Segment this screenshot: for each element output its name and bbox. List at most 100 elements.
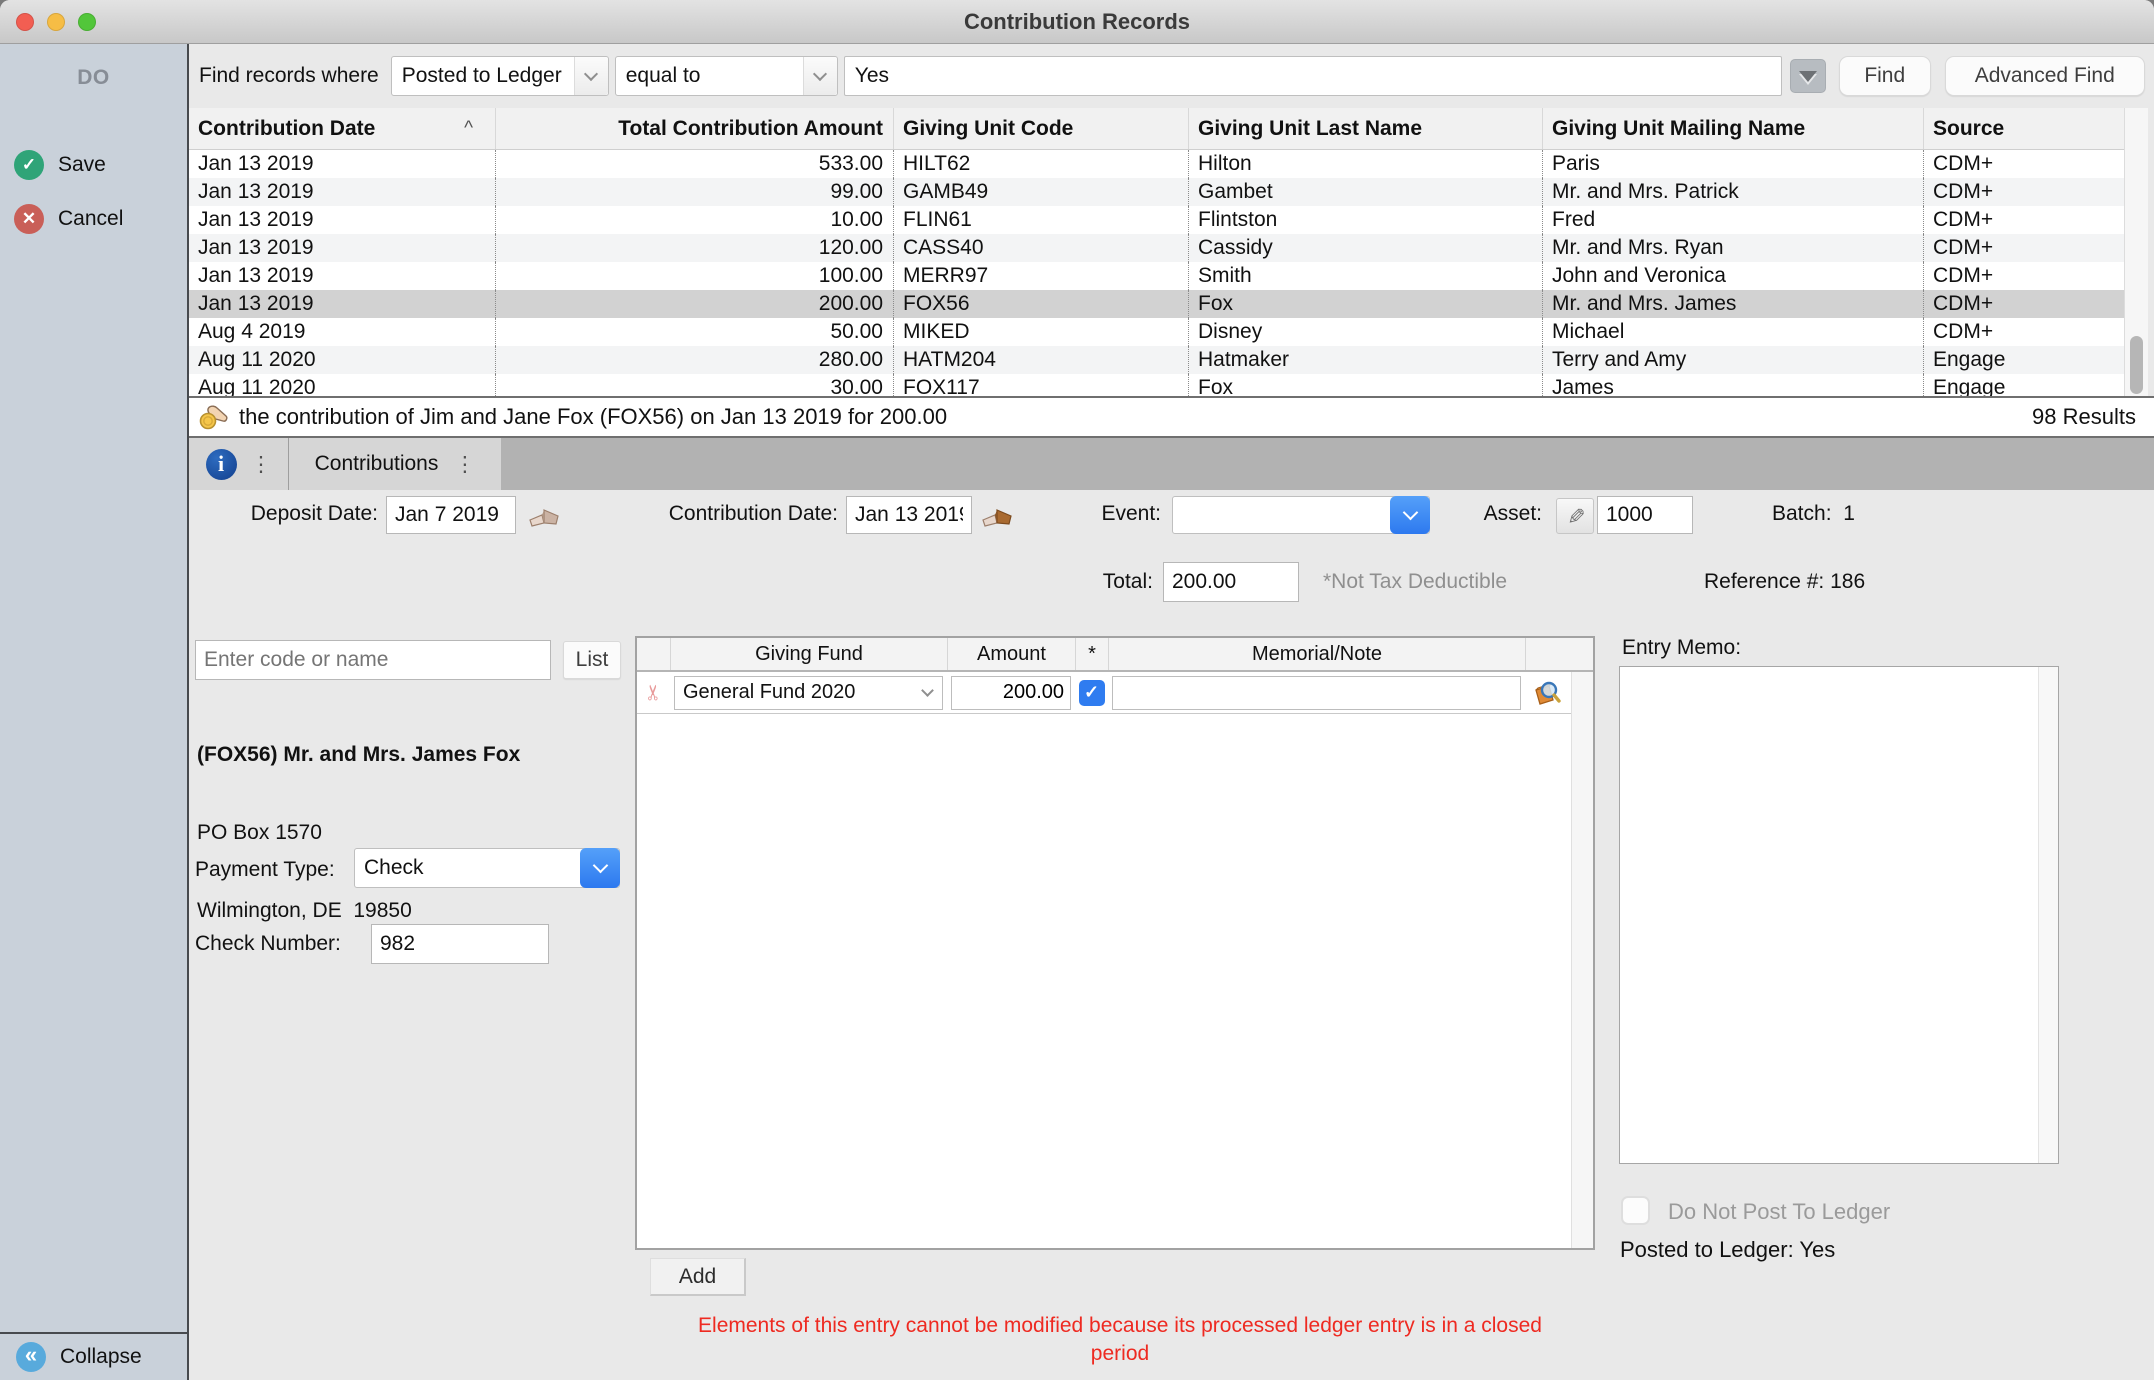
save-button[interactable]: ✓ Save [14,150,106,180]
memorial-note-input[interactable] [1112,676,1521,710]
find-field-select[interactable]: Posted to Ledger [391,56,609,96]
table-row[interactable]: Jan 13 2019533.00HILT62HiltonParisCDM+ [189,150,2124,178]
fund-table-scrollbar[interactable] [1571,672,1593,1248]
collapse-chevrons-icon: « [16,1342,46,1372]
window-title: Contribution Records [0,0,2154,44]
find-records-label: Find records where [199,64,379,88]
close-window-icon[interactable] [16,13,34,31]
selection-status-bar: the contribution of Jim and Jane Fox (FO… [189,396,2154,438]
deductible-checkbox-checked[interactable]: ✓ [1079,680,1105,706]
drag-dots-icon: ⋮ [251,452,272,477]
table-row-selected[interactable]: Jan 13 2019200.00FOX56FoxMr. and Mrs. Ja… [189,290,2124,318]
note-tool-column [1525,638,1569,670]
find-history-dropdown-icon[interactable] [1790,59,1826,93]
giving-fund-value: General Fund 2020 [683,681,855,704]
deductible-column-header: * [1075,638,1108,670]
tab-bar: i ⋮ Contributions ⋮ [189,438,2154,490]
table-row[interactable]: Aug 11 202030.00FOX117FoxJamesEngage [189,374,2124,396]
minimize-window-icon[interactable] [47,13,65,31]
fund-delete-column [637,638,670,670]
payment-type-value: Check [364,856,424,880]
find-operator-select[interactable]: equal to [615,56,838,96]
collapse-button[interactable]: « Collapse [0,1332,187,1380]
reference-field: Reference #: 186 [1704,570,1865,594]
find-button[interactable]: Find [1839,56,1931,96]
column-header-total-amount[interactable]: Total Contribution Amount [495,108,893,149]
check-number-input[interactable] [371,924,549,964]
total-input[interactable] [1163,562,1299,602]
info-tab[interactable]: i ⋮ [189,438,289,490]
note-lookup-button[interactable] [1525,672,1569,713]
find-value-input[interactable] [844,56,1782,96]
column-header-source[interactable]: Source [1923,108,2124,149]
fund-column-header: Giving Fund [670,638,947,670]
save-check-icon: ✓ [14,150,44,180]
calendar-picker-icon[interactable] [980,502,1014,533]
table-row[interactable]: Jan 13 201999.00GAMB49GambetMr. and Mrs.… [189,178,2124,206]
column-header-last-name[interactable]: Giving Unit Last Name [1188,108,1542,149]
tab-contributions-label: Contributions [315,452,439,476]
memo-scrollbar[interactable] [2038,667,2058,1163]
table-row[interactable]: Jan 13 2019100.00MERR97SmithJohn and Ver… [189,262,2124,290]
zoom-window-icon[interactable] [78,13,96,31]
sidebar-heading: DO [0,66,187,90]
cancel-label: Cancel [58,207,123,231]
giving-fund-table: Giving Fund Amount * Memorial/Note ✂ Gen… [635,636,1595,1250]
cancel-button[interactable]: ✕ Cancel [14,204,123,234]
calendar-picker-icon[interactable] [527,502,561,533]
fund-cell: General Fund 2020 [670,672,947,713]
table-row[interactable]: Aug 11 2020280.00HATM204HatmakerTerry an… [189,346,2124,374]
table-row[interactable]: Jan 13 2019120.00CASS40CassidyMr. and Mr… [189,234,2124,262]
deposit-date-input[interactable] [386,496,516,534]
batch-value: 1 [1843,502,1855,525]
chevron-down-icon [1390,496,1430,534]
coin-in-hand-icon [199,403,229,431]
giver-code-search-input[interactable] [195,640,551,680]
total-label: Total: [1093,570,1153,594]
event-select[interactable] [1172,496,1430,534]
sort-ascending-icon: ^ [464,118,473,140]
pencil-icon: ✎ [1562,507,1588,525]
title-bar: Contribution Records [0,0,2154,44]
amount-cell [947,672,1075,713]
list-button[interactable]: List [563,641,621,679]
table-row[interactable]: Jan 13 201910.00FLIN61FlintstonFredCDM+ [189,206,2124,234]
find-bar: Find records where Posted to Ledger equa… [189,44,2154,108]
giving-fund-select[interactable]: General Fund 2020 [674,676,943,710]
find-field-value: Posted to Ledger [402,64,562,88]
do-not-post-checkbox[interactable] [1621,1196,1650,1225]
do-not-post-label: Do Not Post To Ledger [1668,1199,1890,1225]
entry-memo-textarea[interactable] [1620,667,2038,1163]
payment-type-select[interactable]: Check [354,848,620,888]
amount-column-header: Amount [947,638,1075,670]
results-scrollbar-thumb[interactable] [2130,336,2143,394]
fund-entry-row: ✂ General Fund 2020 ✓ [637,672,1593,714]
check-number-label: Check Number: [195,932,341,956]
fund-table-header: Giving Fund Amount * Memorial/Note [637,638,1593,672]
chevron-down-icon [803,57,837,95]
info-icon: i [206,449,237,480]
giver-address-line2: Wilmington, DE 19850 [197,898,520,924]
contribution-date-input[interactable] [846,496,972,534]
selection-status-text: the contribution of Jim and Jane Fox (FO… [239,404,947,430]
fund-amount-input[interactable] [951,676,1071,710]
reference-label: Reference #: [1704,570,1824,593]
tab-contributions[interactable]: Contributions ⋮ [289,438,501,490]
batch-field: Batch: 1 [1772,502,1855,526]
payment-type-label: Payment Type: [195,858,335,882]
giver-address-line1: PO Box 1570 [197,820,520,846]
not-tax-deductible-note: *Not Tax Deductible [1323,570,1507,594]
asset-edit-button[interactable]: ✎ [1556,498,1594,534]
column-header-contribution-date[interactable]: Contribution Date ^ [189,108,495,149]
add-fund-row-button[interactable]: Add [650,1258,746,1296]
asset-input[interactable] [1597,496,1693,534]
advanced-find-button[interactable]: Advanced Find [1945,56,2145,96]
giver-name: (FOX56) Mr. and Mrs. James Fox [197,742,520,768]
results-scrollbar[interactable] [2124,108,2148,396]
table-row[interactable]: Aug 4 201950.00MIKEDDisneyMichaelCDM+ [189,318,2124,346]
chevron-down-icon [574,57,608,95]
column-header-giving-unit-code[interactable]: Giving Unit Code [893,108,1188,149]
batch-label: Batch: [1772,502,1832,525]
column-header-mailing-name[interactable]: Giving Unit Mailing Name [1542,108,1923,149]
delete-row-button[interactable]: ✂ [637,672,670,713]
